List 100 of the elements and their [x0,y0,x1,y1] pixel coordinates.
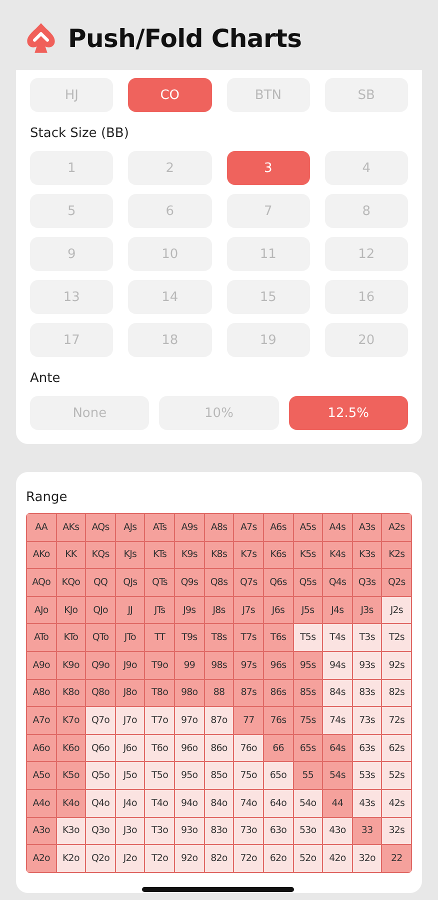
hand-cell: KTo [56,624,86,651]
hand-cell: 44 [323,790,352,817]
stack-button[interactable]: 11 [226,237,310,271]
hand-cell: 32s [382,818,411,844]
hand-cell: 96s [264,652,293,679]
stack-button[interactable]: 15 [226,280,310,314]
hand-cell: Q8s [204,569,234,596]
stack-button[interactable]: 7 [226,194,310,228]
stack-button[interactable]: 19 [226,323,310,357]
hand-cell: 62o [264,845,293,872]
hand-cell: 85o [204,762,234,789]
hand-cell: 75o [234,762,263,789]
stack-button[interactable]: 18 [128,323,212,357]
hand-cell: T4o [145,790,174,817]
hand-cell: T8o [145,680,174,706]
hand-cell: 53o [294,818,322,844]
hand-cell: J8s [204,596,234,624]
hand-cell: QTs [145,569,174,596]
ante-button[interactable]: None [30,396,150,430]
hand-cell: Q5s [294,569,322,596]
stack-button[interactable]: 16 [324,280,408,314]
hand-cell: 54o [294,790,322,817]
stack-button[interactable]: 17 [30,323,114,357]
hand-cell: Q3o [86,818,115,844]
hand-cell: 64s [323,734,352,762]
hand-cell: K2o [56,845,86,872]
hand-cell: J8o [116,680,144,706]
hand-cell: A3o [27,818,56,844]
hand-cell: 88 [204,680,234,706]
position-button[interactable]: HJ [30,78,114,112]
hand-cell: J2o [116,845,144,872]
stack-button[interactable]: 4 [324,151,408,185]
hand-cell: K4o [56,790,86,817]
hand-cell: J2s [382,596,411,624]
hand-cell: KQo [56,569,86,596]
hand-cell: T3s [352,624,382,651]
page-title: Push/Fold Charts [68,24,302,52]
position-button[interactable]: BTN [226,78,310,112]
ante-button[interactable]: 10% [159,396,279,430]
hand-cell: T2o [145,845,174,872]
stack-button[interactable]: 2 [128,151,212,185]
hand-cell: Q4s [323,569,352,596]
stack-button[interactable]: 9 [30,237,114,271]
hand-cell: 85s [294,680,322,706]
hand-cell: 63s [352,734,382,762]
hand-cell: 86o [204,734,234,762]
hand-cell: KJo [56,596,86,624]
hand-cell: A4o [27,790,56,817]
hand-cell: 86s [264,680,293,706]
stack-button[interactable]: 1 [30,151,114,185]
hand-cell: T6s [264,624,293,651]
hand-cell: 73o [234,818,263,844]
ante-button[interactable]: 12.5% [288,396,408,430]
hand-cell: 97s [234,652,263,679]
hand-cell: A4s [323,514,352,541]
hand-cell: J7o [116,707,144,734]
hand-cell: K6s [264,542,293,568]
stack-button[interactable]: 3 [226,151,310,185]
hand-cell: T3o [145,818,174,844]
hand-cell: Q6o [86,734,115,762]
stack-button[interactable]: 5 [30,194,114,228]
hand-cell: T4s [323,624,352,651]
hand-cell: T5o [145,762,174,789]
hand-cell: J3s [352,596,382,624]
stack-button[interactable]: 8 [324,194,408,228]
hand-cell: KTs [145,542,174,568]
hand-cell: Q9s [175,569,204,596]
hand-cell: J5o [116,762,144,789]
hand-cell: 83s [352,680,382,706]
hand-cell: AA [27,514,56,541]
position-button[interactable]: CO [128,78,212,112]
hand-cell: 74s [323,707,352,734]
position-button[interactable]: SB [324,78,408,112]
hand-cell: Q3s [352,569,382,596]
hand-cell: 76s [264,707,293,734]
stack-button[interactable]: 13 [30,280,114,314]
hand-cell: 72s [382,707,411,734]
hand-cell: 92s [382,652,411,679]
hand-cell: A7o [27,707,56,734]
hand-cell: A7s [234,514,263,541]
hand-cell: 62s [382,734,411,762]
hand-cell: KQs [86,542,115,568]
hand-cell: K8s [204,542,234,568]
stack-button[interactable]: 6 [128,194,212,228]
hand-cell: Q4o [86,790,115,817]
hand-cell: AJo [27,596,56,624]
stack-button[interactable]: 20 [324,323,408,357]
hand-cell: Q2o [86,845,115,872]
hand-cell: T6o [145,734,174,762]
stack-button[interactable]: 12 [324,237,408,271]
hand-cell: 82s [382,680,411,706]
hand-cell: TT [145,624,174,651]
stack-button[interactable]: 14 [128,280,212,314]
hand-cell: K2s [382,542,411,568]
stack-button[interactable]: 10 [128,237,212,271]
hand-cell: T5s [294,624,322,651]
hand-cell: A9o [27,652,56,679]
hand-cell: 96o [175,734,204,762]
hand-cell: 54s [323,762,352,789]
section-label: Range [26,490,68,505]
